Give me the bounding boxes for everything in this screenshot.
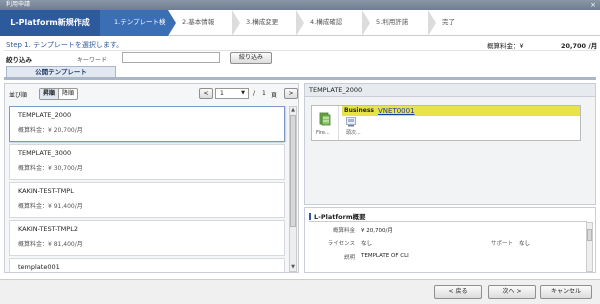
filter-button[interactable]: 絞り込み [230, 52, 272, 64]
platform-summary: L-Platform概要 概算料金 ¥ 20,700/月 ライセンス なし サポ… [304, 207, 596, 273]
summary-title: L-Platform概要 [309, 211, 366, 221]
app-title: L-Platform新規作成 [0, 10, 100, 36]
summary-scrollbar[interactable] [586, 222, 593, 272]
keyword-label: キーワード [77, 57, 108, 64]
step-basic-info: 2.基本情報 [168, 10, 240, 36]
step-label: 完了 [442, 18, 455, 26]
config-diagram-box: Fire... Business VNET0001 頭次... [311, 105, 581, 141]
config-diagram: Fire... Business VNET0001 頭次... [304, 97, 596, 205]
sort-toggle: 昇順 降順 [39, 88, 79, 100]
cancel-button[interactable]: キャンセル [540, 285, 592, 299]
step-config-confirm: 4.構成確認 [296, 10, 370, 36]
template-detail-title: TEMPLATE_2000 [304, 83, 596, 97]
keyword-input[interactable] [122, 52, 220, 63]
summary-support-label: サポート [490, 241, 513, 247]
summary-desc-value: TEMPLATE OF CLI [361, 253, 409, 259]
summary-fee-value: ¥ 20,700/月 [361, 228, 393, 234]
chevron-down-icon: ▼ [241, 90, 245, 96]
pager-prev-button[interactable]: < [199, 88, 213, 99]
step-config-change: 3.構成変更 [232, 10, 304, 36]
template-list-panel: 並び順 昇順 降順 < 1 ▼ / 1 頁 > TEMPLATE_2000 概算… [4, 83, 299, 273]
step-label: 2.基本情報 [182, 18, 215, 26]
footer-bar: < 戻る 次へ > キャンセル [0, 279, 600, 304]
summary-license-value: なし [361, 241, 373, 247]
step-complete: 完了 [428, 10, 488, 36]
template-list-item[interactable]: TEMPLATE_2000 概算料金：¥ 20,700/月 [9, 106, 285, 142]
server-icon[interactable] [346, 117, 356, 127]
window-title: 利用申請 [6, 1, 31, 8]
summary-scroll-thumb[interactable] [587, 229, 592, 241]
next-button[interactable]: 次へ > [488, 285, 536, 299]
network-name-link[interactable]: VNET0001 [378, 106, 415, 116]
close-icon[interactable]: × [589, 1, 597, 9]
pager-separator: / [253, 90, 256, 97]
template-name: TEMPLATE_2000 [18, 111, 72, 119]
template-price: 概算料金：¥ 20,700/月 [18, 127, 83, 134]
template-price: 概算料金：¥ 30,700/月 [18, 165, 83, 172]
sort-ascending-button[interactable]: 昇順 [40, 89, 60, 99]
step-label: 3.構成変更 [246, 18, 279, 26]
scroll-down-icon[interactable]: ▼ [290, 264, 296, 271]
pager-total: 1 [262, 90, 266, 97]
step-label: 4.構成確認 [310, 18, 343, 26]
step-template-search: 1.テンプレート検索 [100, 10, 176, 50]
pager-unit: 頁 [271, 92, 278, 99]
firewall-caption: Fire... [316, 130, 330, 136]
monthly-fee-label: 概算料金：¥ [487, 42, 524, 50]
summary-fee-label: 概算料金 [332, 228, 355, 234]
page-select[interactable]: 1 ▼ [215, 88, 249, 99]
template-list-item[interactable]: KAKIN-TEST-TMPL 概算料金：¥ 91,400/月 [9, 182, 285, 218]
template-name: KAKIN-TEST-TMPL2 [18, 225, 78, 233]
template-name: template001 [18, 263, 60, 271]
window-titlebar: 利用申請 × [0, 0, 600, 10]
template-name: KAKIN-TEST-TMPL [18, 187, 74, 195]
step-instruction: Step 1. テンプレートを選択します。 [6, 41, 124, 49]
template-name: TEMPLATE_3000 [18, 149, 72, 157]
firewall-icon[interactable] [318, 112, 332, 126]
step-progress-bar: L-Platform新規作成 1.テンプレート検索 2.基本情報 3.構成変更 … [0, 10, 600, 50]
sort-descending-button[interactable]: 降順 [59, 89, 77, 99]
page-select-value: 1 [220, 90, 224, 97]
step-label: 5.利用許諾 [376, 18, 409, 26]
sort-label: 並び順 [9, 92, 28, 99]
tab-underline [4, 77, 596, 80]
segment-divider [338, 106, 339, 140]
summary-license-label: ライセンス [327, 241, 355, 247]
back-button[interactable]: < 戻る [434, 285, 482, 299]
template-price: 概算料金：¥ 81,400/月 [18, 241, 83, 248]
monthly-fee-value: 20,700 /月 [561, 42, 598, 50]
scroll-up-icon[interactable]: ▲ [290, 107, 296, 114]
template-list-scrollbar[interactable]: ▲ ▼ [289, 106, 297, 272]
summary-divider [309, 221, 587, 222]
pager-next-button[interactable]: > [284, 88, 298, 99]
scroll-thumb[interactable] [290, 115, 296, 227]
summary-support-value: なし [519, 241, 531, 247]
template-list: TEMPLATE_2000 概算料金：¥ 20,700/月 TEMPLATE_3… [9, 106, 287, 272]
network-bar [410, 106, 580, 116]
step-license-agreement: 5.利用許諾 [362, 10, 436, 36]
tab-public-templates[interactable]: 公開テンプレート [6, 66, 116, 77]
summary-desc-label: 説明 [343, 255, 355, 261]
server-caption: 頭次... [346, 130, 361, 136]
network-segment: Business VNET0001 頭次... [342, 106, 580, 140]
template-list-item[interactable]: TEMPLATE_3000 概算料金：¥ 30,700/月 [9, 144, 285, 180]
template-list-item[interactable]: KAKIN-TEST-TMPL2 概算料金：¥ 81,400/月 [9, 220, 285, 256]
filter-row: 絞り込み キーワード 絞り込み [4, 50, 596, 66]
template-list-item[interactable]: template001 [9, 258, 285, 272]
filter-label: 絞り込み [6, 56, 32, 64]
template-price: 概算料金：¥ 91,400/月 [18, 203, 83, 210]
